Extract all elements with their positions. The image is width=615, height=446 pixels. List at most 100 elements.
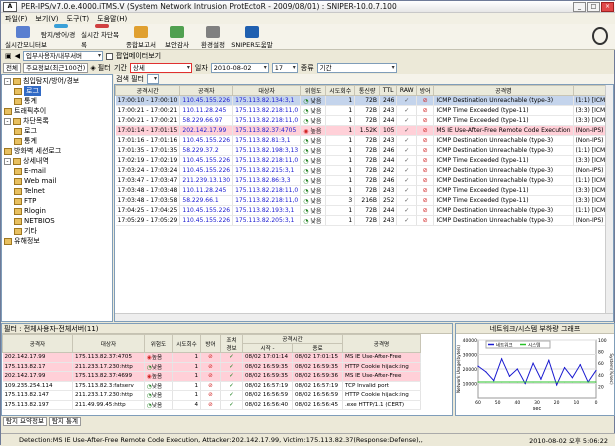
tree-node[interactable]: Rlogin: [4, 206, 110, 216]
menu-file[interactable]: 파일(F): [5, 14, 27, 24]
bcol-end[interactable]: 종료: [292, 343, 343, 353]
expander-icon[interactable]: -: [4, 77, 11, 85]
table-row[interactable]: 17:04:25 - 17:04:25 110.45.155.226 175.113…: [115, 205, 613, 216]
table-row[interactable]: 17:00:21 - 17:00:21 110.11.28.245 175.113.…: [115, 105, 613, 116]
menu-view[interactable]: 보기(V): [35, 14, 58, 24]
table-row[interactable]: 17:03:47 - 17:03:47 211.239.13.130 175.113…: [115, 175, 613, 186]
tab-recent[interactable]: 주요정보(최근100건): [22, 63, 89, 73]
cell-ttl: 105: [379, 125, 398, 136]
policy-select[interactable]: 입부사용자/내부서버: [23, 51, 104, 61]
tree-node[interactable]: 통계: [4, 136, 110, 146]
cell-attacker: 110.45.155.226: [179, 215, 234, 226]
col-risk[interactable]: 위험도: [300, 85, 327, 96]
grid-hscrollbar[interactable]: [115, 313, 613, 321]
kind-select[interactable]: 기간: [316, 63, 397, 73]
col-traffic[interactable]: 통신량: [354, 85, 380, 96]
table-row[interactable]: 17:00:10 - 17:00:10 110.45.155.226 175.113…: [115, 95, 613, 106]
tree-node[interactable]: - 차단목록: [4, 116, 110, 126]
table-row[interactable]: 17:00:21 - 17:00:21 58.229.66.97 175.113.8…: [115, 115, 613, 126]
table-row[interactable]: 17:01:35 - 17:01:35 58.229.37.2 175.113.82…: [115, 145, 613, 156]
toolbar-block-list[interactable]: 실시간 차단목록: [81, 24, 123, 49]
bcol-attacker[interactable]: 공격자: [2, 334, 73, 353]
bcol-action[interactable]: 조치 경보: [220, 334, 243, 353]
tree-node[interactable]: 로그: [4, 86, 110, 96]
data-point: [571, 381, 573, 383]
cell-attacker: 202.142.17.99: [179, 125, 234, 136]
table-row[interactable]: 175.113.82.147 211.233.17.230:http ◔낮음 1 ⊘ ✓ 0…: [2, 390, 421, 401]
tab-all[interactable]: 전체: [3, 63, 21, 73]
tree-node[interactable]: FTP: [4, 196, 110, 206]
data-point: [579, 364, 581, 366]
table-row[interactable]: 175.113.82.17 211.233.17.230:http ◔낮음 1 ⊘ ✓ 08…: [2, 362, 421, 372]
table-row[interactable]: 17:01:16 - 17:01:16 110.45.155.226 175.113…: [115, 135, 613, 146]
tree-node[interactable]: NETBIOS: [4, 216, 110, 226]
tree-node[interactable]: - 침입탐지/방어/경보: [4, 76, 110, 86]
bcol-tries[interactable]: 시도회수: [172, 334, 201, 353]
bcol-risk[interactable]: 위험도: [144, 334, 173, 353]
col-defense[interactable]: 방어: [415, 85, 435, 96]
tree-node[interactable]: Web mail: [4, 176, 110, 186]
tree-node[interactable]: 방화벽 세션로그: [4, 146, 110, 156]
toolbar-detect[interactable]: 탐지/방어/경보: [41, 24, 81, 49]
tab-filter[interactable]: 필터: [98, 63, 111, 73]
table-row[interactable]: 202.142.17.99 175.113.82.37:4699 ◉높음 1 ⊘ ✓ 08/…: [2, 371, 421, 382]
toolbar-audit[interactable]: 보안감사: [159, 24, 195, 49]
tab-summary[interactable]: 탐지 요약정보: [3, 417, 47, 426]
check-icon: ✓: [220, 352, 243, 363]
col-ttl[interactable]: TTL: [378, 85, 398, 96]
table-row[interactable]: 175.113.82.197 211.49.99.45:http ◔낮음 4 ⊘ ✓ 08/…: [2, 400, 421, 410]
cell-raw: ✓: [396, 95, 417, 106]
table-row[interactable]: 17:02:19 - 17:02:19 110.45.155.226 175.113…: [115, 155, 613, 166]
data-point: [595, 381, 597, 383]
hour-select[interactable]: 17: [271, 63, 298, 73]
tree-node[interactable]: E-mail: [4, 166, 110, 176]
back-icon[interactable]: ◀: [15, 52, 20, 60]
table-row[interactable]: 17:03:48 - 17:03:48 110.11.28.245 175.113.…: [115, 185, 613, 196]
table-row[interactable]: 17:03:24 - 17:03:24 110.45.155.226 175.113…: [115, 165, 613, 176]
col-attacker[interactable]: 공격자: [179, 85, 234, 96]
expander-icon[interactable]: -: [4, 157, 11, 165]
table-row[interactable]: 17:01:14 - 17:01:15 202.142.17.99 175.113.…: [115, 125, 613, 136]
bcol-start[interactable]: 시작 -: [242, 343, 293, 353]
table-row[interactable]: 17:05:29 - 17:05:29 110.45.155.226 175.113…: [115, 215, 613, 226]
help-icon: [245, 26, 259, 38]
table-row[interactable]: 202.142.17.99 175.113.82.37:4705 ◉높음 1 ⊘ ✓ 08/…: [2, 352, 421, 363]
tab-stats[interactable]: 탐지 통계: [48, 417, 81, 426]
popup-checkbox[interactable]: [106, 52, 114, 60]
tree-node[interactable]: Telnet: [4, 186, 110, 196]
tree-node[interactable]: - 상세내역: [4, 156, 110, 166]
toolbar-report[interactable]: 종합보고서: [123, 24, 159, 49]
bcol-target[interactable]: 대상자: [72, 334, 145, 353]
data-point: [587, 381, 589, 383]
minimize-button[interactable]: _: [573, 2, 586, 12]
period-select[interactable]: 상세: [129, 63, 192, 73]
col-tries[interactable]: 시도회수: [325, 85, 356, 96]
col-target[interactable]: 대상자: [232, 85, 302, 96]
expander-icon[interactable]: -: [4, 117, 11, 125]
tree-node-label: 유해정보: [14, 237, 40, 245]
col-time[interactable]: 공격시간: [115, 85, 181, 96]
menu-tools[interactable]: 도구(T): [67, 14, 90, 24]
grid-filter-dropdown[interactable]: [147, 74, 159, 84]
maximize-button[interactable]: □: [587, 2, 600, 12]
col-attack[interactable]: 공격명: [433, 85, 574, 96]
tree-node[interactable]: 기타: [4, 226, 110, 236]
toolbar-realtime-monitor[interactable]: 실시간모니터: [5, 24, 41, 49]
tree-node[interactable]: 로그: [4, 126, 110, 136]
close-button[interactable]: ×: [601, 2, 614, 12]
table-row[interactable]: 17:03:48 - 17:03:58 58.229.66.1 175.113.82…: [115, 195, 613, 206]
col-raw[interactable]: RAW: [396, 85, 417, 96]
table-row[interactable]: 109.235.254.114 175.113.82.3:fatserv ◔낮음 1 ⊘…: [2, 381, 421, 391]
toolbar-help[interactable]: SNIPER도움말: [231, 24, 273, 49]
cell-ttl: 244: [379, 115, 398, 126]
bcol-attack[interactable]: 공격명: [342, 334, 421, 353]
tree-node[interactable]: 통계: [4, 96, 110, 106]
grid-vscrollbar[interactable]: [605, 85, 613, 321]
menu-help[interactable]: 도움말(H): [97, 14, 127, 24]
bcol-defense[interactable]: 방어: [200, 334, 221, 353]
tree-node[interactable]: 유해정보: [4, 236, 110, 246]
event-grid: 공격시간 공격자 대상자 위험도 시도회수 통신량 TTL RAW 방어 공격명…: [114, 84, 614, 322]
date-select[interactable]: 2010-08-02: [210, 63, 269, 73]
tree-node[interactable]: 트래픽추이: [4, 106, 110, 116]
toolbar-settings[interactable]: 환경설정: [195, 24, 231, 49]
